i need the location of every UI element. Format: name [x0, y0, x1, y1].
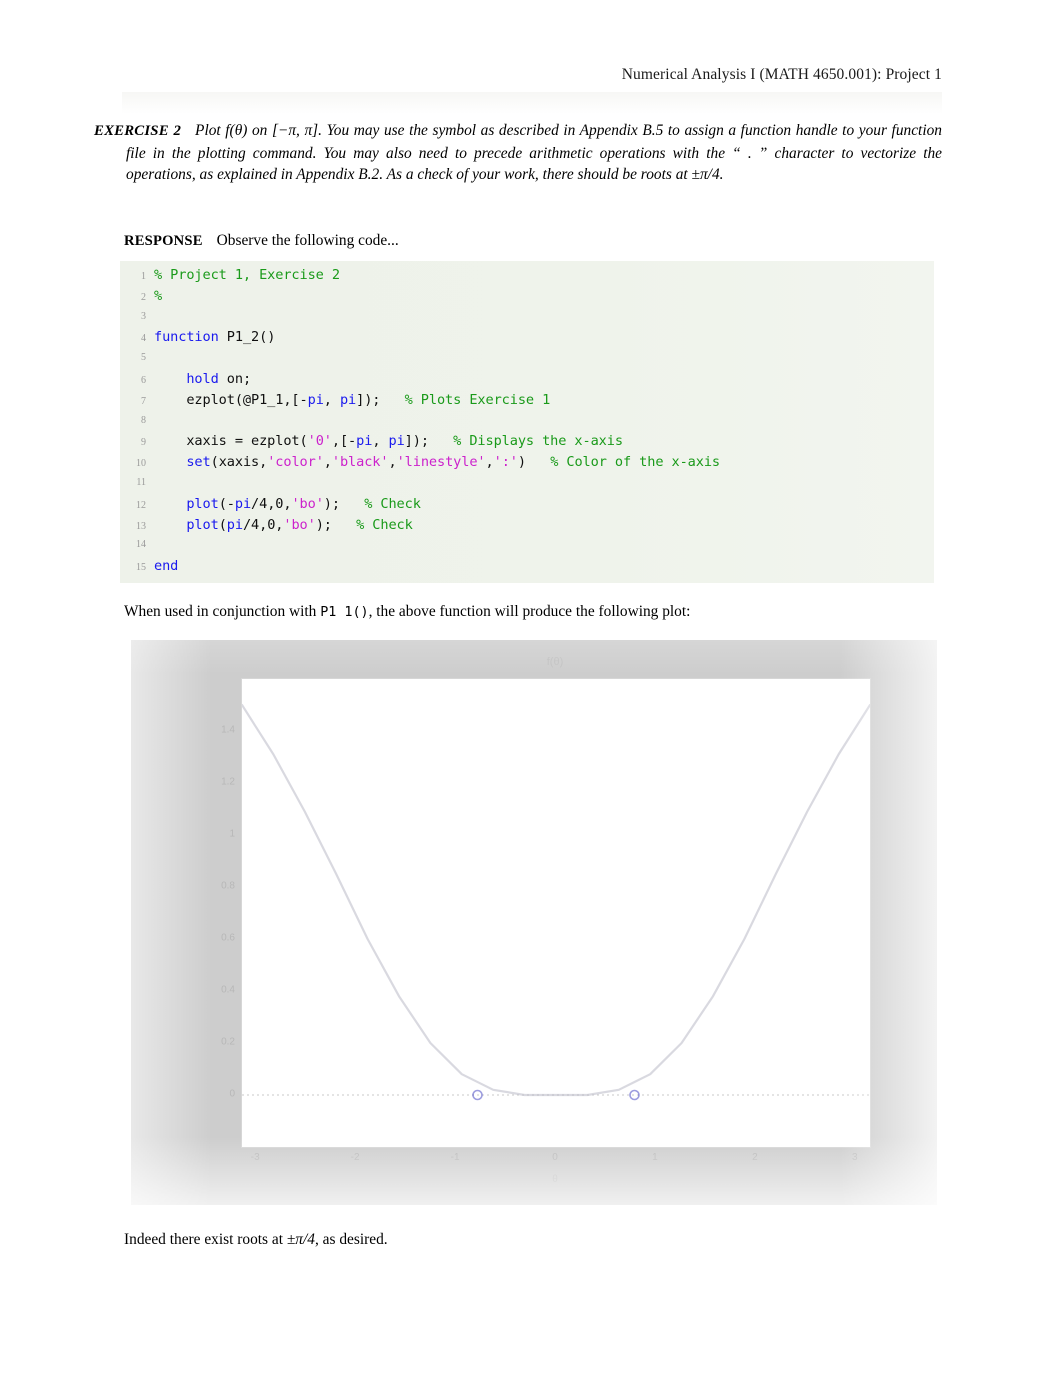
code-line: 12 plot(-pi/4,0,'bo'); % Check	[120, 494, 934, 515]
code-line: 1 % Project 1, Exercise 2	[120, 265, 934, 286]
y-tick-label: 0	[229, 1088, 235, 1100]
function-curve	[242, 703, 870, 1097]
code-line-text: % Project 1, Exercise 2	[154, 267, 340, 283]
figure-plot-title: f(θ)	[546, 656, 564, 668]
exercise-paragraph: EXERCISE 2 Plot f(θ) on [−π, π]. You may …	[94, 120, 942, 186]
code-line: 10 set(xaxis,'color','black','linestyle'…	[120, 452, 934, 473]
code-line-text: %	[154, 287, 163, 304]
code-line: 6 hold on;	[120, 369, 934, 390]
code-line-text: end	[154, 558, 179, 575]
exercise-block: EXERCISE 2 Plot f(θ) on [−π, π]. You may …	[94, 120, 942, 186]
code-line: 3	[120, 307, 934, 328]
x-tick-label: 2	[752, 1152, 758, 1163]
x-axis-label: θ	[552, 1174, 558, 1185]
x-tick-label: 0	[552, 1152, 558, 1163]
code-line-text: hold on;	[186, 370, 252, 387]
response-text: Observe the following code...	[216, 232, 399, 249]
y-axis-ticklabels: 0 0.2 0.4 0.6 0.8 1 1.2 1.4	[189, 678, 235, 1146]
code-line: 13 plot(pi/4,0,'bo'); % Check	[120, 515, 934, 536]
code-line-number: 15	[136, 562, 146, 574]
code-line-number: 11	[136, 476, 146, 488]
y-tick-label: 1.4	[221, 724, 235, 736]
x-tick-label: 3	[852, 1152, 858, 1163]
code-line-text: xaxis = ezplot('0',[-pi, pi]); % Display…	[154, 433, 623, 450]
mid-paragraph: When used in conjunction with P1 1(), th…	[124, 603, 944, 621]
x-tick-label: 1	[652, 1152, 658, 1163]
mid-paragraph-before: When used in conjunction with	[124, 603, 321, 620]
code-line: 9 xaxis = ezplot('0',[-pi, pi]); % Displ…	[120, 431, 934, 452]
plot-axes	[241, 678, 871, 1148]
code-line-number: 4	[141, 333, 146, 345]
code-line: 7 ezplot(@P1_1,[-pi, pi]); % Plots Exerc…	[120, 390, 934, 411]
code-line: 14	[120, 535, 934, 556]
y-tick-label: 0.8	[221, 880, 235, 892]
code-line-number: 7	[141, 395, 146, 407]
matlab-figure-image: f(θ) 0 0.2 0.4 0.6 0.8 1 1.2 1.4 -3 -2 -1 0 1 2 3 θ	[131, 640, 937, 1205]
plot-curve-svg	[242, 703, 870, 1101]
response-label: RESPONSE	[124, 233, 203, 249]
code-line: 2%	[120, 286, 934, 307]
running-title: Numerical Analysis I (MATH 4650.001): Pr…	[621, 66, 942, 83]
code-line: 15 end	[120, 556, 934, 577]
code-left-rail	[120, 261, 123, 583]
page-running-header: Numerical Analysis I (MATH 4650.001): Pr…	[96, 66, 942, 84]
exercise-text: Plot f(θ) on [−π, π]. You may use the sy…	[126, 122, 942, 184]
code-line: 5	[120, 348, 934, 369]
code-line-text: plot(pi/4,0,'bo'); % Check	[186, 516, 413, 533]
code-line-number: 10	[136, 458, 146, 470]
mid-paragraph-code-ref: P1 1()	[320, 605, 369, 620]
code-line-number: 8	[141, 414, 146, 426]
code-line-number: 12	[136, 499, 146, 511]
code-line: 11	[120, 473, 934, 494]
y-tick-label: 0.2	[221, 1036, 235, 1048]
exercise-label: EXERCISE 2	[94, 123, 182, 139]
code-lines-container: 1 % Project 1, Exercise 2 2% 3 4 function P1_…	[120, 265, 934, 577]
code-line-text: function P1_2()	[154, 329, 276, 346]
code-line-number: 6	[141, 374, 146, 386]
code-line-number: 9	[141, 437, 146, 449]
closing-text-before: Indeed there exist roots at	[124, 1231, 287, 1248]
y-tick-label: 0.4	[221, 984, 235, 996]
code-line-text: set(xaxis,'color','black','linestyle',':…	[186, 454, 720, 471]
x-tick-label: -1	[450, 1152, 460, 1163]
code-line: 8	[120, 411, 934, 432]
code-line-number: 14	[136, 539, 146, 551]
code-line-number: 2	[141, 291, 146, 303]
mid-paragraph-after: , the above function will produce the fo…	[368, 603, 691, 620]
code-line-number: 5	[141, 352, 146, 364]
y-tick-label: 1	[229, 828, 235, 840]
closing-text-after: , as desired.	[314, 1231, 388, 1248]
response-block: RESPONSE Observe the following code...	[124, 232, 944, 250]
code-line-number: 3	[141, 310, 146, 322]
code-line-number: 1	[141, 271, 146, 282]
code-listing: 1 % Project 1, Exercise 2 2% 3 4 function P1_…	[120, 261, 934, 583]
header-underband	[122, 92, 942, 114]
closing-math: ±π/4	[286, 1231, 315, 1248]
code-line-number: 13	[136, 520, 146, 532]
closing-paragraph: Indeed there exist roots at ±π/4, as des…	[124, 1231, 944, 1249]
x-tick-label: -3	[250, 1152, 260, 1163]
x-tick-label: -2	[350, 1152, 360, 1163]
code-line-text: plot(-pi/4,0,'bo'); % Check	[186, 495, 421, 512]
y-tick-label: 0.6	[221, 932, 235, 944]
code-line-text: ezplot(@P1_1,[-pi, pi]); % Plots Exercis…	[154, 391, 551, 408]
code-line: 4 function P1_2()	[120, 327, 934, 348]
y-tick-label: 1.2	[221, 776, 235, 788]
